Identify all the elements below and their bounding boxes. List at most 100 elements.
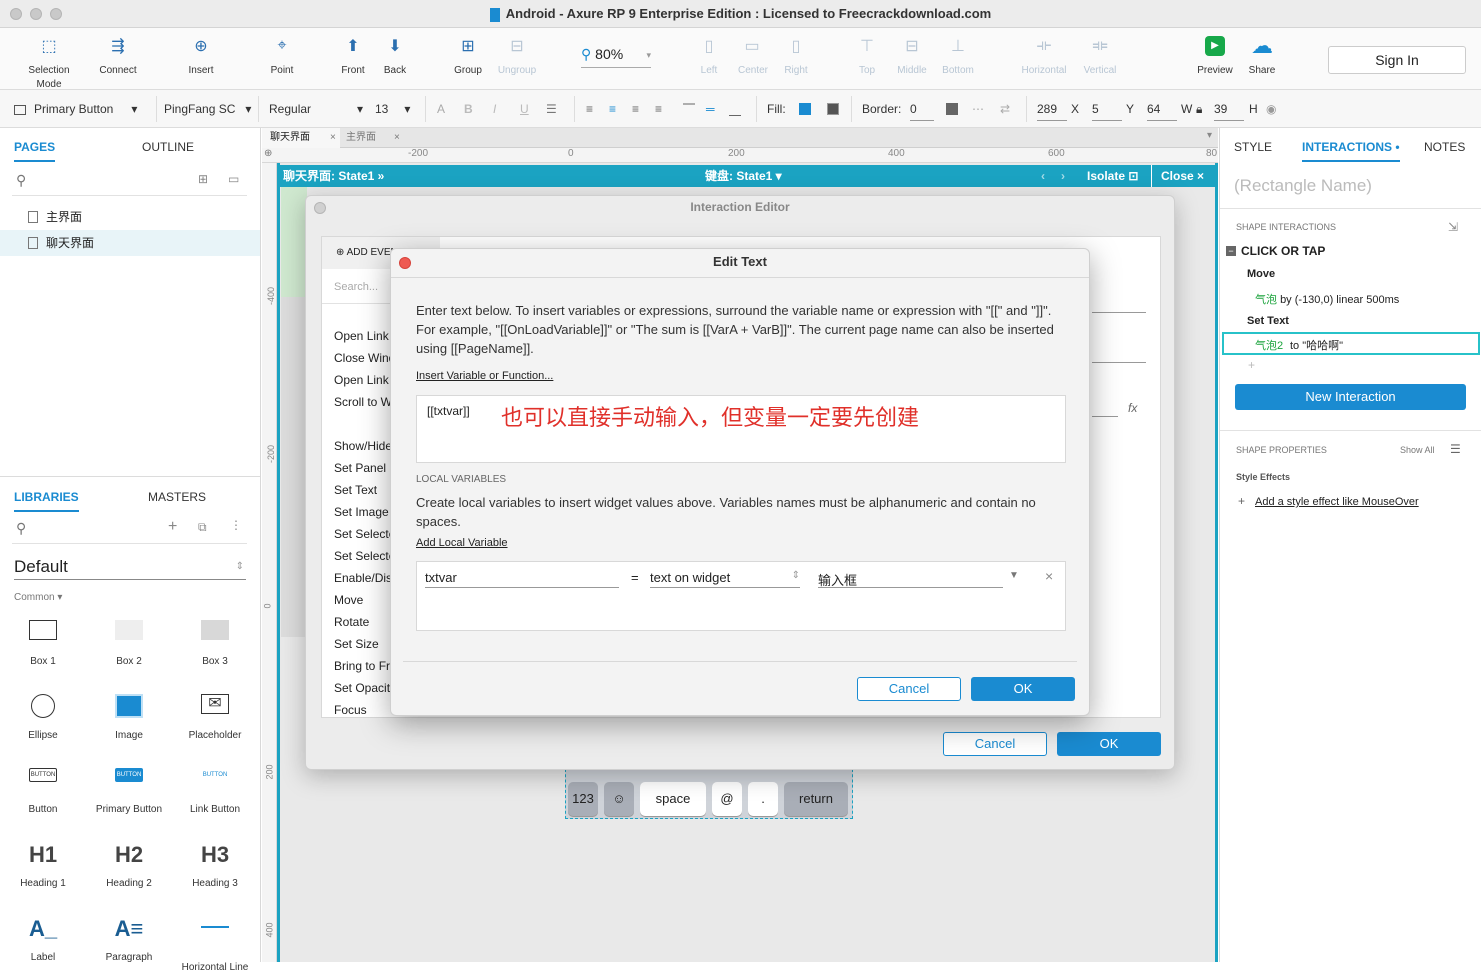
library-widget[interactable]: ✉︎ Placeholder [172,694,258,741]
add-action-icon[interactable]: + [1248,358,1255,372]
valign-bottom-icon[interactable]: ⎽ [729,90,741,128]
y-input[interactable]: 5 [1092,97,1122,121]
sign-in-button[interactable]: Sign In [1328,46,1466,74]
text-justify-icon[interactable]: ≡ [655,90,662,128]
edit-text-ok-button[interactable]: OK [971,677,1075,701]
keyboard-key-at[interactable]: @ [712,782,742,816]
library-widget[interactable]: Box 1 [0,620,86,667]
library-widget[interactable]: H1 Heading 1 [0,842,86,889]
show-all-link[interactable]: Show All [1400,445,1435,455]
keyboard-key-dot[interactable]: . [748,782,778,816]
organize-interactions-icon[interactable]: ⇲ [1448,220,1458,234]
action-list-item[interactable]: Set Selected [334,527,390,541]
back-button[interactable]: ⬇ Back [382,28,408,90]
action-list-item[interactable]: Set Selected List [334,549,390,563]
border-color-swatch[interactable] [946,103,958,115]
library-widget[interactable]: BUTTON Button [0,768,86,815]
pages-search-bar[interactable]: ⚲ ⊞ ▭ [12,168,247,196]
editor-field[interactable] [1092,399,1118,417]
text-align-center-icon[interactable]: ≡ [609,90,616,128]
height-input[interactable]: 39 [1214,97,1244,121]
action-set-text-label[interactable]: Set Text [1247,315,1289,327]
add-local-variable-link[interactable]: Add Local Variable [416,537,508,549]
add-page-icon[interactable]: ⊞ [198,172,208,186]
action-list-item[interactable]: Show/Hide [334,439,390,453]
tab-notes[interactable]: NOTES [1424,132,1465,162]
close-window-button[interactable] [10,8,22,20]
tab-masters[interactable]: MASTERS [148,482,206,512]
chevron-left-icon[interactable]: ‹ [1041,165,1045,187]
right-button[interactable]: ▯ Right [783,28,809,90]
width-input[interactable]: 64 [1147,97,1177,121]
tab-style[interactable]: STYLE [1234,132,1272,162]
library-options-icon[interactable]: ⧉ [198,520,207,535]
tab-libraries[interactable]: LIBRARIES [14,482,79,512]
page-item[interactable]: 主界面 [0,204,260,230]
vertical-button[interactable]: ⟚ Vertical [1082,28,1118,90]
border-width-input[interactable]: 0 [910,97,934,121]
zoom-dropdown[interactable]: ⚲ 80% ▾ [581,46,651,68]
action-list-item[interactable]: Rotate [334,615,390,629]
variable-type-dropdown[interactable]: text on widget ⇕ [650,570,800,588]
text-align-left-icon[interactable]: ≡ [586,90,593,128]
style-dropdown[interactable]: Primary Button ▾ [14,90,137,128]
action-list-item[interactable]: Enable/Disable [334,571,390,585]
close-icon[interactable]: × [330,132,336,143]
library-widget[interactable]: Box 3 [172,620,258,667]
isolate-button[interactable]: Isolate ⊡ [1087,165,1138,187]
top-button[interactable]: ⊤ Top [855,28,879,90]
bottom-button[interactable]: ⊥ Bottom [940,28,976,90]
text-editor-input[interactable]: [[txtvar]] 也可以直接手动输入，但变量一定要先创建 [416,395,1066,463]
font-dropdown[interactable]: PingFang SC ▾ [164,90,251,128]
italic-icon[interactable]: I [493,90,496,128]
valign-middle-icon[interactable]: ═ [706,90,715,128]
arrow-style-icon[interactable]: ⇄ [1000,90,1010,128]
tab-pages[interactable]: PAGES [14,132,56,162]
library-widget[interactable]: H2 Heading 2 [86,842,172,889]
text-align-right-icon[interactable]: ≡ [632,90,639,128]
menu-icon[interactable]: ☰ [1450,442,1461,456]
edit-text-cancel-button[interactable]: Cancel [857,677,961,701]
weight-dropdown[interactable]: Regular ▾ [269,90,363,128]
library-dropdown[interactable]: Default ⇕ [14,554,246,580]
interaction-ok-button[interactable]: OK [1057,732,1161,756]
keyboard-key-emoji[interactable]: ☺ [604,782,634,816]
action-list-item[interactable]: Set Opacity [334,681,390,695]
valign-top-icon[interactable]: ⎺ [683,90,695,128]
bold-icon[interactable]: B [464,90,473,128]
border-style-icon[interactable]: ⋯ [972,90,984,128]
keyboard-key-space[interactable]: space [640,782,706,816]
path-breadcrumb[interactable]: 聊天界面: State1 » [283,165,384,187]
lock-icon[interactable]: 🔒︎ [1196,90,1202,128]
library-widget[interactable]: Image [86,694,172,741]
action-list-item[interactable]: Open Link in Frame [334,373,390,387]
preview-button[interactable]: ▶ Preview [1196,28,1234,90]
add-effect-icon[interactable]: + [1238,494,1245,508]
action-list-item[interactable]: Set Text [334,483,390,497]
library-widget[interactable]: Ellipse [0,694,86,741]
add-style-effect-link[interactable]: Add a style effect like MouseOver [1255,496,1419,508]
x-input[interactable]: 289 [1037,97,1067,121]
page-tab-active[interactable]: 聊天界面 × [262,128,340,148]
minimize-window-button[interactable] [30,8,42,20]
tab-outline[interactable]: OUTLINE [142,132,194,162]
action-list-item[interactable]: Bring to Front [334,659,390,673]
group-button[interactable]: ⊞ Group [453,28,483,90]
ungroup-button[interactable]: ⊟ Ungroup [497,28,537,90]
center-button[interactable]: ▭ Center [738,28,768,90]
function-icon[interactable]: fx [1128,401,1137,415]
library-widget[interactable]: Horizontal Line [172,916,258,973]
left-button[interactable]: ▯ Left [697,28,721,90]
page-tab[interactable]: 主界面 × [340,128,406,148]
action-list-item[interactable]: Set Image [334,505,390,519]
library-search-bar[interactable]: ⚲ + ⧉ ⋮ [12,516,247,544]
variable-name-input[interactable]: txtvar [425,570,619,588]
selection-mode-button[interactable]: ⬚ Selection Mode [15,28,83,90]
library-widget[interactable]: H3 Heading 3 [172,842,258,889]
fill-shadow-icon[interactable] [827,103,839,115]
delete-variable-icon[interactable]: × [1045,568,1053,584]
editor-field[interactable] [1092,345,1146,363]
bullet-list-icon[interactable]: ☰ [546,90,557,128]
library-widget[interactable]: A_ Label [0,916,86,963]
action-set-text-detail[interactable]: 气泡2 to "哈哈啊" [1222,332,1480,355]
